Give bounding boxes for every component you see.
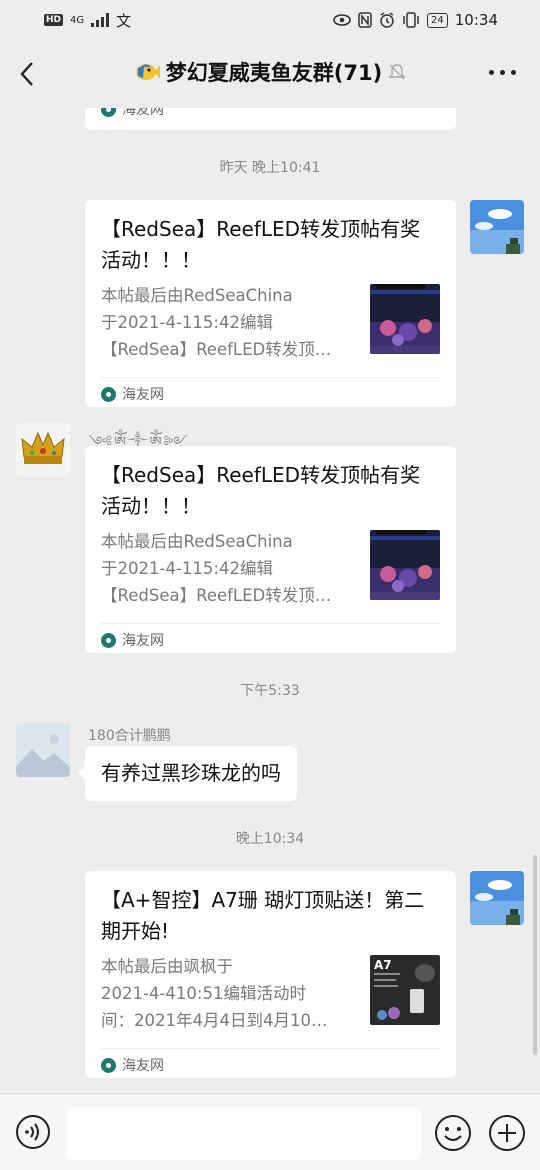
message-input[interactable] bbox=[66, 1107, 421, 1160]
card-source: 海友网 bbox=[101, 623, 440, 656]
fish-emoji-icon bbox=[135, 64, 160, 80]
my-avatar[interactable] bbox=[470, 871, 524, 925]
emoji-icon[interactable] bbox=[434, 1114, 472, 1152]
more-options-icon[interactable] bbox=[489, 70, 516, 75]
hd-indicator: HD bbox=[44, 14, 64, 26]
source-icon bbox=[101, 386, 116, 402]
card-source: 海友网 bbox=[101, 1048, 440, 1081]
link-card[interactable]: 【RedSea】ReefLED转发顶帖有奖活动！！！ 本帖最后由RedSeaCh… bbox=[85, 200, 456, 407]
alarm-icon bbox=[380, 12, 394, 28]
eye-icon bbox=[333, 14, 351, 26]
aquarium-thumbnail bbox=[370, 530, 440, 600]
text-message[interactable]: 有养过黑珍珠龙的吗 bbox=[78, 746, 297, 801]
card-source: 海友网 bbox=[101, 108, 440, 130]
link-card[interactable]: 【RedSea】ReefLED转发顶帖有奖活动！！！ 本帖最后由RedSeaCh… bbox=[85, 446, 456, 653]
input-bar bbox=[0, 1093, 540, 1170]
vibrate-icon bbox=[403, 12, 419, 28]
card-description: 本帖最后由飒枫于 2021-4-410:51编辑活动时 间：2021年4月4日到… bbox=[101, 957, 328, 1030]
sender-name: 180合计鹏鹏 bbox=[88, 728, 171, 744]
nfc-icon bbox=[358, 12, 372, 28]
sender-avatar-default[interactable] bbox=[16, 723, 70, 777]
timestamp: 晚上10:34 bbox=[235, 831, 305, 847]
source-icon bbox=[101, 1057, 116, 1073]
source-icon bbox=[101, 108, 116, 117]
timestamp: 昨天 晚上10:41 bbox=[219, 160, 321, 176]
card-title: 【RedSea】ReefLED转发顶帖有奖活动！！！ bbox=[101, 217, 421, 272]
aquarium-thumbnail bbox=[370, 284, 440, 354]
clock: 10:34 bbox=[454, 11, 498, 29]
network-indicator: 4G bbox=[70, 14, 85, 26]
sender-avatar-crown[interactable] bbox=[16, 423, 70, 477]
product-thumbnail: A7 bbox=[370, 955, 440, 1025]
partial-link-card[interactable]: 海友网 bbox=[85, 108, 456, 130]
card-title: 【RedSea】ReefLED转发顶帖有奖活动！！！ bbox=[101, 463, 421, 518]
scrollbar[interactable] bbox=[533, 855, 537, 1055]
chat-title: 梦幻夏威夷鱼友群(71) bbox=[165, 61, 383, 85]
voice-input-icon[interactable] bbox=[15, 1114, 51, 1150]
card-source: 海友网 bbox=[101, 377, 440, 410]
message-list[interactable]: 海友网 昨天 晚上10:41 【RedSea】ReefLED转发顶帖有奖活动！！… bbox=[0, 108, 540, 1093]
signal-icon bbox=[91, 13, 110, 27]
chat-title-area: 梦幻夏威夷鱼友群(71) bbox=[0, 57, 540, 87]
status-bar: HD 4G 文 24 10:34 bbox=[0, 0, 540, 40]
timestamp: 下午5:33 bbox=[240, 683, 300, 699]
battery-icon: 24 bbox=[427, 12, 448, 28]
mute-bell-icon bbox=[388, 64, 406, 80]
card-description: 本帖最后由RedSeaChina 于2021-4-115:42编辑 【RedSe… bbox=[101, 532, 332, 605]
card-title: 【A+智控】A7珊 瑚灯顶贴送！第二期开始! bbox=[101, 888, 425, 943]
ime-indicator: 文 bbox=[116, 11, 132, 30]
card-description: 本帖最后由RedSeaChina 于2021-4-115:42编辑 【RedSe… bbox=[101, 286, 332, 359]
link-card[interactable]: 【A+智控】A7珊 瑚灯顶贴送！第二期开始! 本帖最后由飒枫于 2021-4-4… bbox=[85, 871, 456, 1078]
source-icon bbox=[101, 632, 116, 648]
my-avatar[interactable] bbox=[470, 200, 524, 254]
plus-icon[interactable] bbox=[488, 1114, 526, 1152]
chat-header: 梦幻夏威夷鱼友群(71) bbox=[0, 40, 540, 108]
source-label: 海友网 bbox=[122, 108, 164, 118]
